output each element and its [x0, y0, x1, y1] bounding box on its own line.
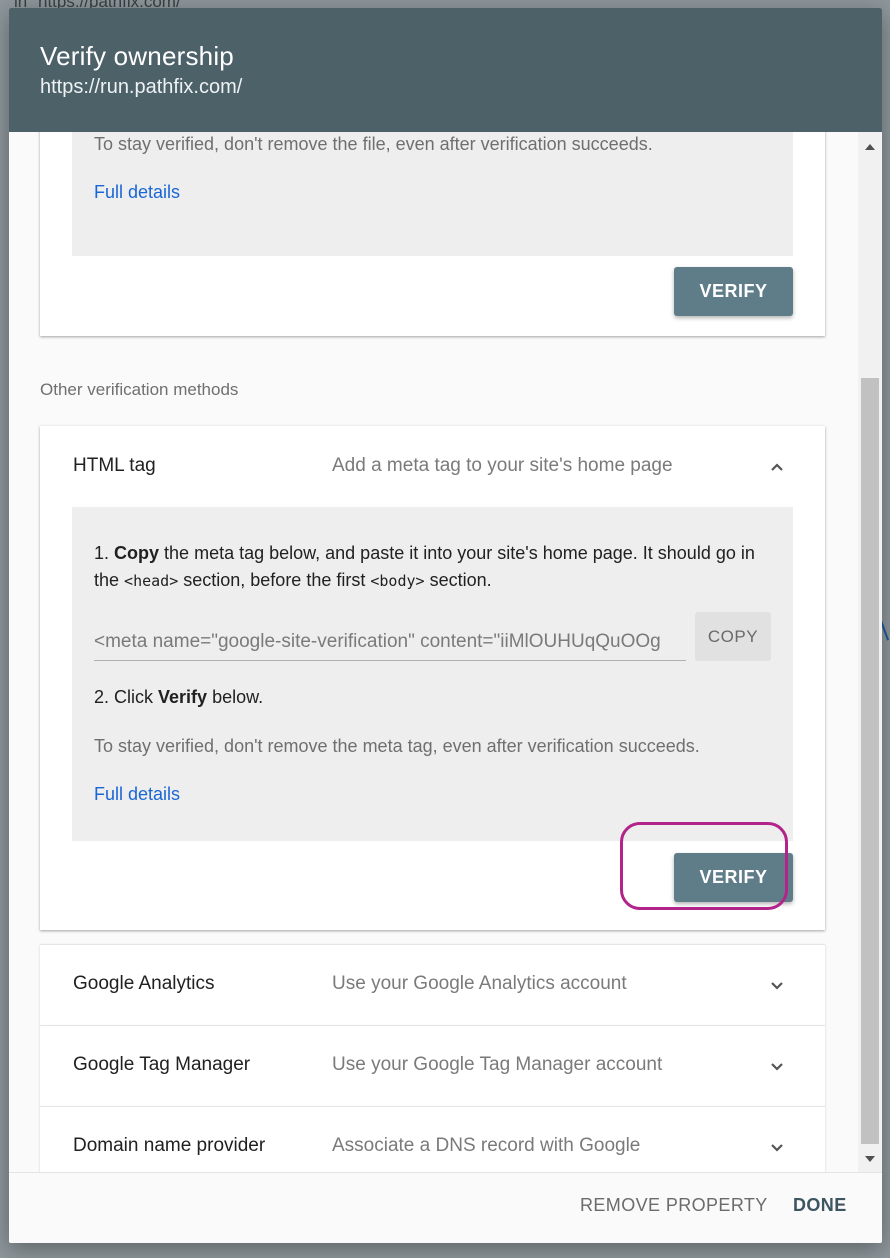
chevron-down-icon[interactable]: [770, 979, 784, 993]
html-tag-full-details-link[interactable]: Full details: [94, 782, 180, 806]
step-1-text-b: section, before the first: [183, 570, 366, 590]
dialog-footer: REMOVE PROPERTY DONE: [9, 1172, 882, 1243]
method-description: Associate a DNS record with Google: [332, 1135, 641, 1156]
meta-tag-field[interactable]: <meta name="google-site-verification" co…: [94, 629, 686, 661]
step-1-bold-copy: Copy: [114, 543, 160, 563]
dialog-title: Verify ownership: [40, 41, 234, 71]
method-domain-name-provider[interactable]: Domain name provider Associate a DNS rec…: [40, 1106, 825, 1172]
html-tag-step-1: 1. Copy the meta tag below, and paste it…: [94, 540, 784, 595]
method-title: Google Tag Manager: [73, 1054, 251, 1075]
html-tag-title[interactable]: HTML tag: [73, 455, 156, 477]
step-2-prefix: 2. Click: [94, 687, 154, 707]
step-1-text-c: section.: [429, 570, 492, 590]
method-description: Use your Google Tag Manager account: [332, 1054, 663, 1075]
html-tag-description[interactable]: Add a meta tag to your site's home page: [332, 455, 673, 477]
verify-highlight-annotation: [620, 822, 788, 910]
done-button[interactable]: DONE: [793, 1195, 847, 1216]
html-file-verify-button[interactable]: VERIFY: [674, 267, 793, 316]
step-1-code-body: <body>: [370, 572, 425, 590]
scrollbar-thumb[interactable]: [861, 378, 879, 1144]
dialog-subtitle: https://run.pathfix.com/: [40, 76, 243, 98]
scroll-down-arrow-icon[interactable]: [865, 1156, 875, 1162]
method-google-tag-manager[interactable]: Google Tag Manager Use your Google Tag M…: [40, 1025, 825, 1106]
html-file-instructions: To stay verified, don't remove the file,…: [72, 132, 793, 256]
html-tag-instructions: 1. Copy the meta tag below, and paste it…: [72, 507, 793, 841]
step-2-suffix: below.: [212, 687, 264, 707]
dialog-body[interactable]: To stay verified, don't remove the file,…: [9, 132, 882, 1172]
dialog-scrollbar[interactable]: [858, 132, 882, 1172]
method-description: Use your Google Analytics account: [332, 973, 627, 994]
step-2-bold-verify: Verify: [158, 687, 208, 707]
other-methods-heading: Other verification methods: [40, 380, 239, 399]
verify-ownership-dialog: Verify ownership https://run.pathfix.com…: [9, 8, 882, 1243]
method-google-analytics[interactable]: Google Analytics Use your Google Analyti…: [40, 944, 825, 1025]
chevron-down-icon[interactable]: [770, 1060, 784, 1074]
html-tag-step-2: 2. Click Verify below.: [94, 684, 784, 711]
html-file-card: To stay verified, don't remove the file,…: [40, 132, 825, 336]
chevron-down-icon[interactable]: [770, 1141, 784, 1155]
html-file-full-details-link[interactable]: Full details: [94, 180, 180, 204]
remove-property-button[interactable]: REMOVE PROPERTY: [580, 1195, 768, 1216]
html-tag-stay-verified-text: To stay verified, don't remove the meta …: [94, 736, 700, 756]
dialog-header: Verify ownership https://run.pathfix.com…: [9, 8, 882, 132]
copy-meta-tag-button[interactable]: COPY: [695, 612, 771, 661]
chevron-up-icon[interactable]: [770, 460, 784, 474]
scroll-up-arrow-icon[interactable]: [865, 144, 875, 150]
method-title: Domain name provider: [73, 1135, 266, 1156]
step-1-code-head: <head>: [124, 572, 179, 590]
html-file-stay-verified-text: To stay verified, don't remove the file,…: [94, 134, 653, 154]
method-title: Google Analytics: [73, 973, 215, 994]
step-1-number: 1.: [94, 543, 110, 563]
